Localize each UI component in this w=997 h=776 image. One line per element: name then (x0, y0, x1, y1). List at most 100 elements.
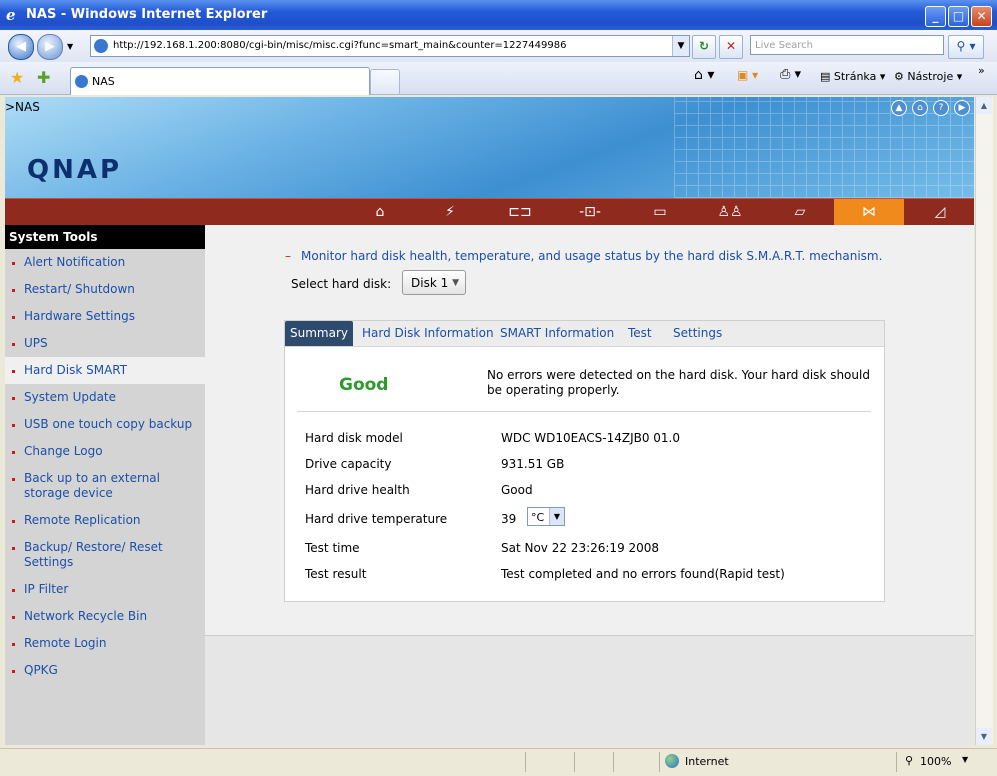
bullet-icon (12, 289, 15, 292)
history-dropdown-icon[interactable]: ▼ (67, 42, 73, 51)
menu-quick-config-icon[interactable]: ⚡ (420, 199, 480, 225)
sidebar-item-change-logo[interactable]: Change Logo (5, 438, 205, 465)
new-tab-button[interactable] (370, 69, 400, 94)
sidebar-item-label: Change Logo (24, 444, 103, 458)
sidebar-item-alert-notification[interactable]: Alert Notification (5, 249, 205, 276)
bullet-icon (12, 397, 15, 400)
row-value: Good (501, 483, 533, 497)
up-icon[interactable]: ▲ (891, 100, 907, 116)
sidebar-item-ups[interactable]: UPS (5, 330, 205, 357)
tab-summary[interactable]: Summary (285, 321, 353, 346)
menu-network-icon[interactable]: -⊡- (560, 199, 620, 225)
menu-system-tools-icon[interactable]: ⋈ (834, 199, 904, 225)
logout-icon[interactable]: ▶ (954, 100, 970, 116)
tools-menu[interactable]: ⚙ Nástroje ▾ (894, 70, 962, 83)
bullet-icon (12, 451, 15, 454)
sidebar-item-remote-replication[interactable]: Remote Replication (5, 507, 205, 534)
zoom-dropdown-icon[interactable]: ▼ (962, 755, 968, 764)
zoom-icon[interactable]: ⚲ (905, 754, 913, 767)
page-menu-label: Stránka (833, 70, 877, 83)
home-icon[interactable]: ⌂ (912, 100, 928, 116)
menu-devices-icon[interactable]: ▭ (630, 199, 690, 225)
divider (659, 752, 660, 772)
temperature-unit-select[interactable]: °C ▼ (527, 507, 565, 526)
address-text: http://192.168.1.200:8080/cgi-bin/misc/m… (113, 40, 567, 51)
add-favorite-icon[interactable]: ✚ (37, 68, 50, 87)
row-value: Test completed and no errors found(Rapid… (501, 567, 785, 581)
sidebar-header: System Tools (5, 225, 205, 249)
close-button[interactable]: ✕ (971, 6, 992, 27)
sidebar-item-restart-shutdown[interactable]: Restart/ Shutdown (5, 276, 205, 303)
sidebar-item-ip-filter[interactable]: IP Filter (5, 576, 205, 603)
menu-users-icon[interactable]: ♙♙ (700, 199, 760, 225)
stop-button[interactable]: ✕ (719, 35, 743, 59)
maximize-button[interactable]: □ (948, 6, 969, 27)
home-icon[interactable]: ⌂ ▾ (694, 67, 714, 83)
page-menu[interactable]: ▤ Stránka ▾ (820, 70, 885, 83)
sidebar-item-label: Hard Disk SMART (24, 363, 128, 377)
divider (297, 411, 871, 412)
sidebar-item-label: Back up to an external storage device (24, 471, 160, 500)
sidebar-item-label: Remote Login (24, 636, 107, 650)
address-toolbar: ◀ ▶ ▼ http://192.168.1.200:8080/cgi-bin/… (0, 30, 997, 62)
sidebar-item-backup-restore-reset[interactable]: Backup/ Restore/ Reset Settings (5, 534, 205, 576)
zoom-level[interactable]: 100% (920, 755, 951, 768)
vertical-scrollbar[interactable]: ▲ ▼ (975, 97, 993, 745)
sidebar-item-label: Backup/ Restore/ Reset Settings (24, 540, 163, 569)
minimize-button[interactable]: _ (925, 6, 946, 27)
menu-home-icon[interactable]: ⌂ (350, 199, 410, 225)
tab-nas[interactable]: NAS (70, 67, 370, 95)
scroll-down-icon[interactable]: ▼ (976, 728, 992, 745)
health-status: Good (339, 375, 389, 395)
toolbar-overflow-icon[interactable]: » (978, 64, 985, 77)
row-label: Drive capacity (305, 457, 392, 471)
print-icon[interactable]: ⎙ ▾ (780, 67, 801, 82)
menu-logs-icon[interactable]: ◿ (910, 199, 970, 225)
row-value: WDC WD10EACS-14ZJB0 01.0 (501, 431, 681, 445)
select-disk-label: Select hard disk: (291, 277, 392, 291)
status-bar: Internet ⚲ 100% ▼ (0, 748, 997, 776)
sidebar-item-system-update[interactable]: System Update (5, 384, 205, 411)
tab-hard-disk-information[interactable]: Hard Disk Information (362, 321, 494, 346)
bullet-icon (12, 316, 15, 319)
sidebar-item-label: Network Recycle Bin (24, 609, 148, 623)
sidebar-item-usb-copy[interactable]: USB one touch copy backup (5, 411, 205, 438)
sidebar-item-network-recycle-bin[interactable]: Network Recycle Bin (5, 603, 205, 630)
sidebar-item-external-backup[interactable]: Back up to an external storage device (5, 465, 205, 507)
sidebar-item-remote-login[interactable]: Remote Login (5, 630, 205, 657)
page-icon (75, 75, 88, 88)
sidebar-item-label: Alert Notification (24, 255, 126, 269)
forward-button[interactable]: ▶ (37, 34, 63, 60)
disk-select[interactable]: Disk 1 ▼ (402, 270, 466, 295)
sidebar-item-qpkg[interactable]: QPKG (5, 657, 205, 684)
scroll-up-icon[interactable]: ▲ (976, 97, 992, 114)
window-title-bar: e NAS - Windows Internet Explorer _ □ ✕ (0, 0, 997, 30)
bullet-icon (12, 370, 15, 373)
window-title: NAS - Windows Internet Explorer (26, 7, 268, 22)
main-menu-bar: ⌂ ⚡ ⊏⊐ -⊡- ▭ ♙♙ ▱ ⋈ ◿ (5, 198, 974, 226)
tab-title: NAS (92, 75, 115, 88)
bullet-icon (12, 589, 15, 592)
row-label: Hard disk model (305, 431, 403, 445)
sidebar-item-hard-disk-smart[interactable]: Hard Disk SMART (5, 357, 205, 384)
tab-settings[interactable]: Settings (673, 321, 722, 346)
sidebar-item-hardware-settings[interactable]: Hardware Settings (5, 303, 205, 330)
row-value: Sat Nov 22 23:26:19 2008 (501, 541, 660, 555)
sidebar-item-label: USB one touch copy backup (24, 417, 193, 431)
tab-test[interactable]: Test (628, 321, 652, 346)
divider (613, 752, 614, 772)
search-input[interactable]: Live Search (750, 35, 944, 55)
refresh-button[interactable]: ↻ (692, 35, 716, 59)
menu-system-settings-icon[interactable]: ⊏⊐ (490, 199, 550, 225)
feeds-icon[interactable]: ▣ ▾ (737, 68, 758, 82)
tab-smart-information[interactable]: SMART Information (500, 321, 614, 346)
favorites-star-icon[interactable]: ★ (10, 68, 24, 87)
back-button[interactable]: ◀ (8, 34, 34, 60)
address-input[interactable]: http://192.168.1.200:8080/cgi-bin/misc/m… (90, 35, 690, 57)
sidebar-item-label: UPS (24, 336, 48, 350)
breadcrumb[interactable]: >NAS (5, 100, 40, 114)
help-icon[interactable]: ? (933, 100, 949, 116)
menu-shares-icon[interactable]: ▱ (770, 199, 830, 225)
search-button[interactable]: ⚲ ▾ (948, 35, 984, 59)
address-dropdown-icon[interactable]: ▼ (672, 36, 689, 56)
